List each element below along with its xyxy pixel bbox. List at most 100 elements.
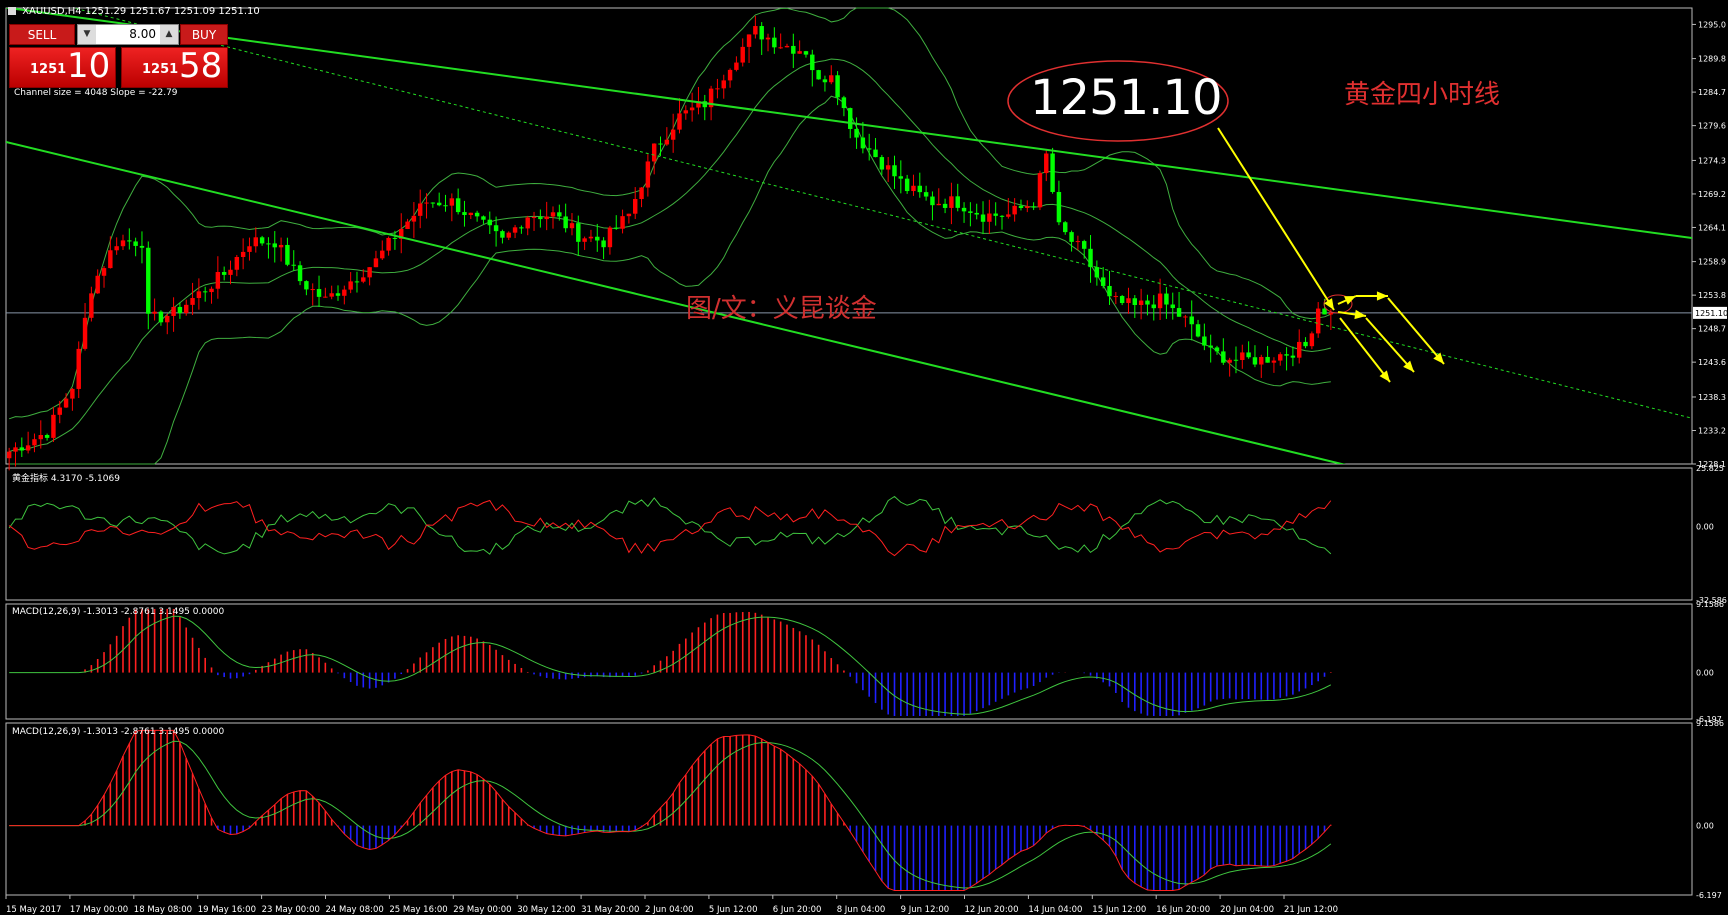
x-tick-label: 19 May 16:00 — [198, 905, 256, 915]
candle-body — [127, 240, 132, 242]
candle-body — [1221, 351, 1226, 363]
candle-body — [885, 165, 891, 170]
candle-body — [430, 202, 436, 204]
candle-body — [860, 137, 866, 149]
candle-body — [1315, 308, 1321, 334]
candle-body — [146, 247, 151, 314]
one-click-trading-panel: SELL ▼ 8.00 ▲ BUY 1251 10 1251 58 — [9, 24, 228, 88]
candle-body — [114, 246, 119, 251]
macd-y-tick: 0.00 — [1696, 822, 1714, 831]
candle-body — [481, 216, 486, 220]
candle-body — [184, 304, 189, 314]
candle-body — [664, 139, 670, 145]
candle-body — [974, 212, 979, 215]
candle-body — [614, 227, 619, 229]
candle-body — [810, 54, 815, 71]
candle-body — [468, 212, 474, 216]
candle-body — [1278, 354, 1283, 361]
lot-size-stepper[interactable]: ▼ 8.00 ▲ — [77, 24, 179, 45]
candle-body — [101, 268, 107, 276]
candle-body — [89, 293, 94, 318]
candle-body — [373, 258, 379, 268]
candle-body — [740, 46, 745, 63]
candle-body — [1176, 308, 1182, 317]
candle-body — [778, 47, 783, 49]
candle-body — [291, 264, 296, 266]
chart-canvas[interactable]: 1295.0 1289.8 1284.7 1279.6 1274.3 1269.2 1264… — [0, 0, 1728, 915]
candle-body — [1189, 316, 1194, 325]
candle-body — [753, 26, 758, 35]
buy-price-big: 58 — [179, 46, 223, 86]
indicator-title-2: MACD(12,26,9) -1.3013 -2.8761 3.1495 0.0… — [12, 607, 225, 617]
candle-body — [1081, 241, 1087, 249]
candle-body — [108, 250, 113, 269]
candle-body — [1037, 173, 1043, 208]
candle-body — [386, 237, 391, 251]
candle-body — [848, 108, 853, 129]
candle-body — [1119, 296, 1125, 304]
candle-body — [645, 161, 651, 188]
candle-body — [1145, 300, 1150, 305]
candle-body — [727, 69, 733, 81]
indicator-y-tick: 0.00 — [1696, 522, 1714, 531]
candle-body — [1252, 357, 1258, 365]
chevron-down-icon[interactable]: ▼ — [78, 25, 96, 44]
panel-frame-3 — [5, 722, 1693, 896]
candle-body — [297, 265, 303, 282]
candle-body — [550, 212, 556, 217]
candle-body — [13, 447, 18, 452]
chevron-up-icon[interactable]: ▲ — [160, 25, 178, 44]
macd-signal-line — [9, 740, 1332, 889]
candle-body — [588, 236, 594, 239]
buy-button[interactable]: BUY — [180, 24, 228, 45]
x-tick-label: 16 Jun 20:00 — [1156, 905, 1210, 915]
candle-body — [923, 192, 929, 197]
candle-body — [519, 227, 524, 229]
candle-body — [1246, 352, 1251, 358]
candle-body — [443, 205, 448, 207]
sell-button[interactable]: SELL — [9, 24, 75, 45]
candle-body — [620, 216, 625, 229]
candle-body — [278, 244, 284, 248]
candle-body — [1025, 206, 1030, 208]
y-tick-label: 1258.9 — [1698, 258, 1726, 267]
candle-body — [1265, 356, 1270, 363]
macd-main-line — [9, 729, 1332, 892]
y-tick-label: 1279.6 — [1698, 122, 1726, 131]
candle-body — [930, 196, 935, 206]
symbol-label: XAUUSD,H4 — [22, 6, 82, 17]
candle-body — [1214, 347, 1220, 352]
indicator-line-green — [8, 495, 1332, 555]
candle-body — [196, 291, 202, 299]
x-tick-label: 30 May 12:00 — [517, 905, 575, 915]
candle-body — [898, 176, 904, 179]
candle-body — [310, 289, 315, 291]
candle-body — [272, 243, 277, 248]
candle-body — [19, 447, 25, 451]
candle-body — [493, 225, 499, 232]
buy-price-button[interactable]: 1251 58 — [121, 46, 228, 88]
x-tick-label: 6 Jun 20:00 — [773, 905, 822, 915]
x-tick-label: 12 Jun 20:00 — [965, 905, 1019, 915]
watermark: 图/文：义昆谈金 — [686, 294, 877, 324]
y-tick-label: 1269.2 — [1698, 190, 1726, 199]
indicator-y-tick: 25.825 — [1696, 464, 1724, 473]
candle-body — [1227, 359, 1232, 363]
candle-body — [841, 97, 847, 109]
candle-body — [76, 348, 81, 389]
candle-body — [82, 317, 88, 349]
candle-body — [829, 75, 834, 83]
candle-body — [202, 291, 208, 293]
candle-body — [1297, 341, 1302, 358]
candle-body — [228, 269, 233, 275]
sell-price-button[interactable]: 1251 10 — [9, 46, 116, 88]
candle-body — [1271, 360, 1277, 363]
candle-body — [487, 219, 492, 226]
macd-y-tick: 0.00 — [1696, 669, 1714, 678]
lot-size-value[interactable]: 8.00 — [129, 27, 156, 41]
y-tick-label: 1243.6 — [1698, 358, 1726, 367]
candle-body — [165, 315, 170, 323]
title-annotation: 黄金四小时线 — [1344, 80, 1501, 110]
candle-body — [595, 236, 600, 241]
candle-body — [531, 217, 537, 219]
